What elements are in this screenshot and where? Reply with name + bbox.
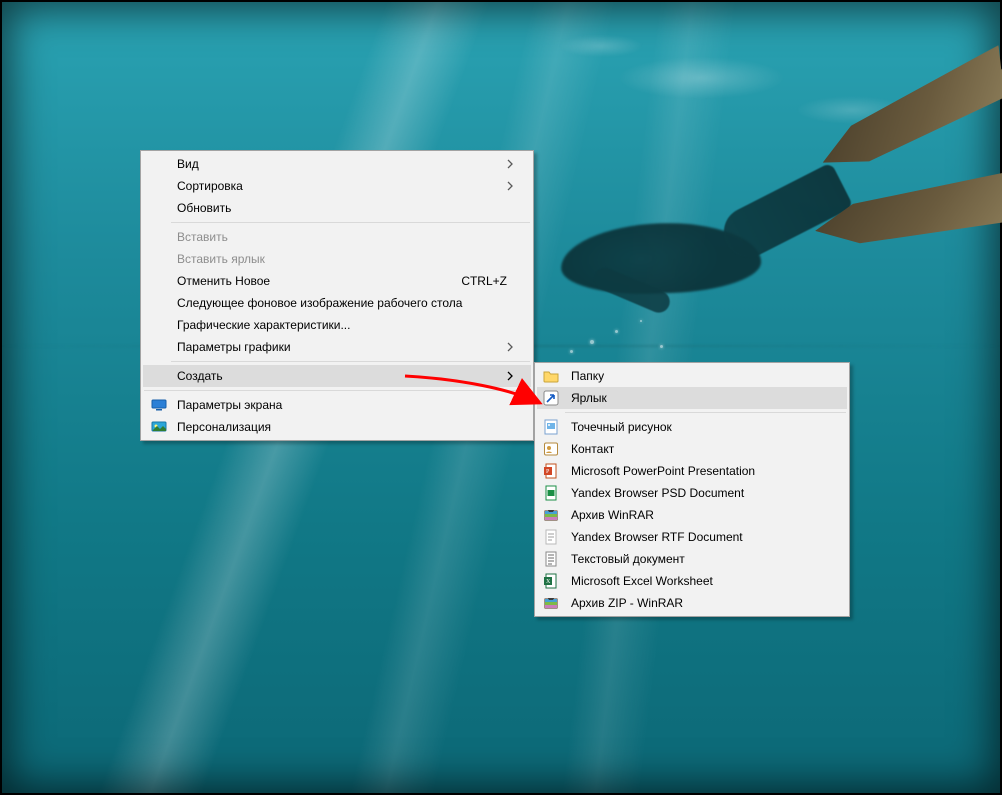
submenu-item-xlsx[interactable]: X Microsoft Excel Worksheet	[537, 570, 847, 592]
menu-item-label: Контакт	[571, 442, 614, 456]
rtf-file-icon	[543, 529, 559, 545]
powerpoint-file-icon: P	[543, 463, 559, 479]
submenu-item-psd[interactable]: Yandex Browser PSD Document	[537, 482, 847, 504]
menu-item-paste: Вставить	[143, 226, 531, 248]
winrar-zip-icon	[543, 595, 559, 611]
menu-item-undo-new[interactable]: Отменить Новое CTRL+Z	[143, 270, 531, 292]
submenu-item-folder[interactable]: Папку	[537, 365, 847, 387]
txt-file-icon	[543, 551, 559, 567]
menu-separator	[171, 222, 530, 223]
submenu-item-zip[interactable]: Архив ZIP - WinRAR	[537, 592, 847, 614]
menu-item-label: Ярлык	[571, 391, 607, 405]
menu-separator	[565, 412, 846, 413]
menu-item-label: Отменить Новое	[177, 274, 270, 288]
menu-item-personalize[interactable]: Персонализация	[143, 416, 531, 438]
shortcut-icon	[543, 390, 559, 406]
submenu-item-contact[interactable]: Контакт	[537, 438, 847, 460]
desktop-context-menu: Вид Сортировка Обновить Вставить Вставит…	[140, 150, 534, 441]
menu-separator	[171, 361, 530, 362]
menu-item-label: Microsoft PowerPoint Presentation	[571, 464, 755, 478]
menu-item-display-settings[interactable]: Параметры экрана	[143, 394, 531, 416]
menu-item-refresh[interactable]: Обновить	[143, 197, 531, 219]
menu-item-label: Вид	[177, 157, 199, 171]
psd-file-icon	[543, 485, 559, 501]
menu-item-label: Архив WinRAR	[571, 508, 654, 522]
new-submenu: Папку Ярлык Точечный рисунок Контакт P M…	[534, 362, 850, 617]
menu-separator	[144, 390, 530, 391]
menu-item-label: Microsoft Excel Worksheet	[571, 574, 713, 588]
menu-item-label: Архив ZIP - WinRAR	[571, 596, 683, 610]
menu-item-label: Персонализация	[177, 420, 271, 434]
menu-item-label: Сортировка	[177, 179, 243, 193]
submenu-item-bmp[interactable]: Точечный рисунок	[537, 416, 847, 438]
menu-item-label: Обновить	[177, 201, 231, 215]
contact-icon	[543, 441, 559, 457]
submenu-item-txt[interactable]: Текстовый документ	[537, 548, 847, 570]
menu-item-sort[interactable]: Сортировка	[143, 175, 531, 197]
menu-item-shortcut: CTRL+Z	[461, 274, 507, 288]
menu-item-graphics-props[interactable]: Графические характеристики...	[143, 314, 531, 336]
menu-item-label: Текстовый документ	[571, 552, 685, 566]
folder-icon	[543, 368, 559, 384]
bmp-file-icon	[543, 419, 559, 435]
menu-item-new[interactable]: Создать	[143, 365, 531, 387]
excel-file-icon: X	[543, 573, 559, 589]
submenu-item-ppt[interactable]: P Microsoft PowerPoint Presentation	[537, 460, 847, 482]
menu-item-label: Yandex Browser PSD Document	[571, 486, 744, 500]
winrar-icon	[543, 507, 559, 523]
submenu-item-rtf[interactable]: Yandex Browser RTF Document	[537, 526, 847, 548]
menu-item-label: Параметры графики	[177, 340, 291, 354]
menu-item-label: Создать	[177, 369, 223, 383]
menu-item-next-wallpaper[interactable]: Следующее фоновое изображение рабочего с…	[143, 292, 531, 314]
menu-item-label: Точечный рисунок	[571, 420, 672, 434]
submenu-item-rar[interactable]: Архив WinRAR	[537, 504, 847, 526]
menu-item-label: Вставить ярлык	[177, 252, 265, 266]
menu-item-label: Вставить	[177, 230, 228, 244]
menu-item-label: Папку	[571, 369, 604, 383]
menu-item-view[interactable]: Вид	[143, 153, 531, 175]
svg-text:X: X	[546, 579, 551, 585]
menu-item-label: Параметры экрана	[177, 398, 282, 412]
menu-item-label: Yandex Browser RTF Document	[571, 530, 743, 544]
display-settings-icon	[151, 397, 167, 413]
personalization-icon	[151, 419, 167, 435]
menu-item-label: Графические характеристики...	[177, 318, 350, 332]
menu-item-paste-shortcut: Вставить ярлык	[143, 248, 531, 270]
menu-item-graphics-options[interactable]: Параметры графики	[143, 336, 531, 358]
menu-item-label: Следующее фоновое изображение рабочего с…	[177, 296, 462, 310]
submenu-item-shortcut[interactable]: Ярлык	[537, 387, 847, 409]
